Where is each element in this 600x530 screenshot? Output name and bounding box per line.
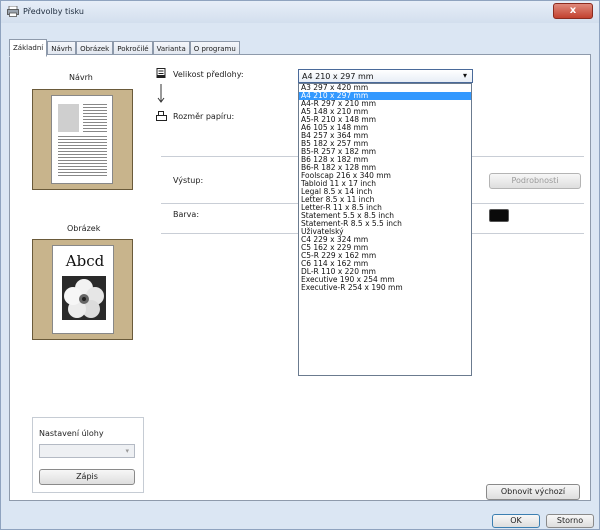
page-text-lines: [83, 104, 107, 105]
job-settings-select[interactable]: ▾: [39, 444, 135, 458]
image-page: Abcd: [52, 245, 114, 334]
print-preferences-window: Předvolby tisku x Základní Návrh Obrázek…: [0, 0, 600, 530]
tab-strip: Základní Návrh Obrázek Pokročilé Variant…: [9, 39, 240, 57]
color-swatch: [489, 209, 509, 222]
printer-icon: [156, 111, 167, 121]
details-button[interactable]: Podrobnosti: [489, 173, 581, 189]
color-label: Barva:: [173, 210, 200, 219]
close-button[interactable]: x: [553, 3, 593, 19]
template-size-dropdown[interactable]: A3 297 x 420 mm A4 210 x 297 mm A4-R 297 x…: [298, 83, 472, 376]
page-preview: [51, 95, 113, 184]
image-preview-label: Obrázek: [67, 224, 101, 233]
document-icon: [156, 68, 166, 78]
image-preview: Abcd: [32, 239, 133, 340]
cancel-button[interactable]: Storno: [546, 514, 594, 528]
layout-preview: [32, 89, 133, 190]
tab-basic[interactable]: Základní: [9, 39, 48, 57]
template-size-value: A4 210 x 297 mm: [302, 72, 374, 81]
restore-defaults-button[interactable]: Obnovit výchozí: [486, 484, 580, 500]
title-bar: Předvolby tisku x: [1, 1, 599, 23]
dropdown-option[interactable]: Executive-R 254 x 190 mm: [299, 284, 471, 292]
job-settings-label: Nastavení úlohy: [39, 429, 104, 438]
arrow-down-icon: [157, 84, 165, 103]
output-label: Výstup:: [173, 176, 204, 185]
flower-photo-icon: [62, 276, 106, 320]
template-size-label: Velikost předlohy:: [173, 70, 244, 79]
paper-size-label: Rozměr papíru:: [173, 112, 235, 121]
image-sample-text: Abcd: [65, 252, 105, 270]
template-size-select[interactable]: A4 210 x 297 mm ▾: [298, 69, 473, 83]
chevron-down-icon: ▾: [125, 447, 129, 455]
chevron-down-icon: ▾: [462, 71, 467, 80]
window-title: Předvolby tisku: [23, 7, 84, 16]
printer-icon: [7, 6, 19, 17]
page-text-lines-lower: [58, 136, 107, 137]
ok-button[interactable]: OK: [492, 514, 540, 528]
close-icon: x: [569, 5, 577, 16]
save-job-button[interactable]: Zápis: [39, 469, 135, 485]
page-image-block: [58, 104, 79, 132]
layout-preview-label: Návrh: [69, 73, 93, 82]
dropdown-list: A3 297 x 420 mm A4 210 x 297 mm A4-R 297 x…: [299, 84, 471, 292]
